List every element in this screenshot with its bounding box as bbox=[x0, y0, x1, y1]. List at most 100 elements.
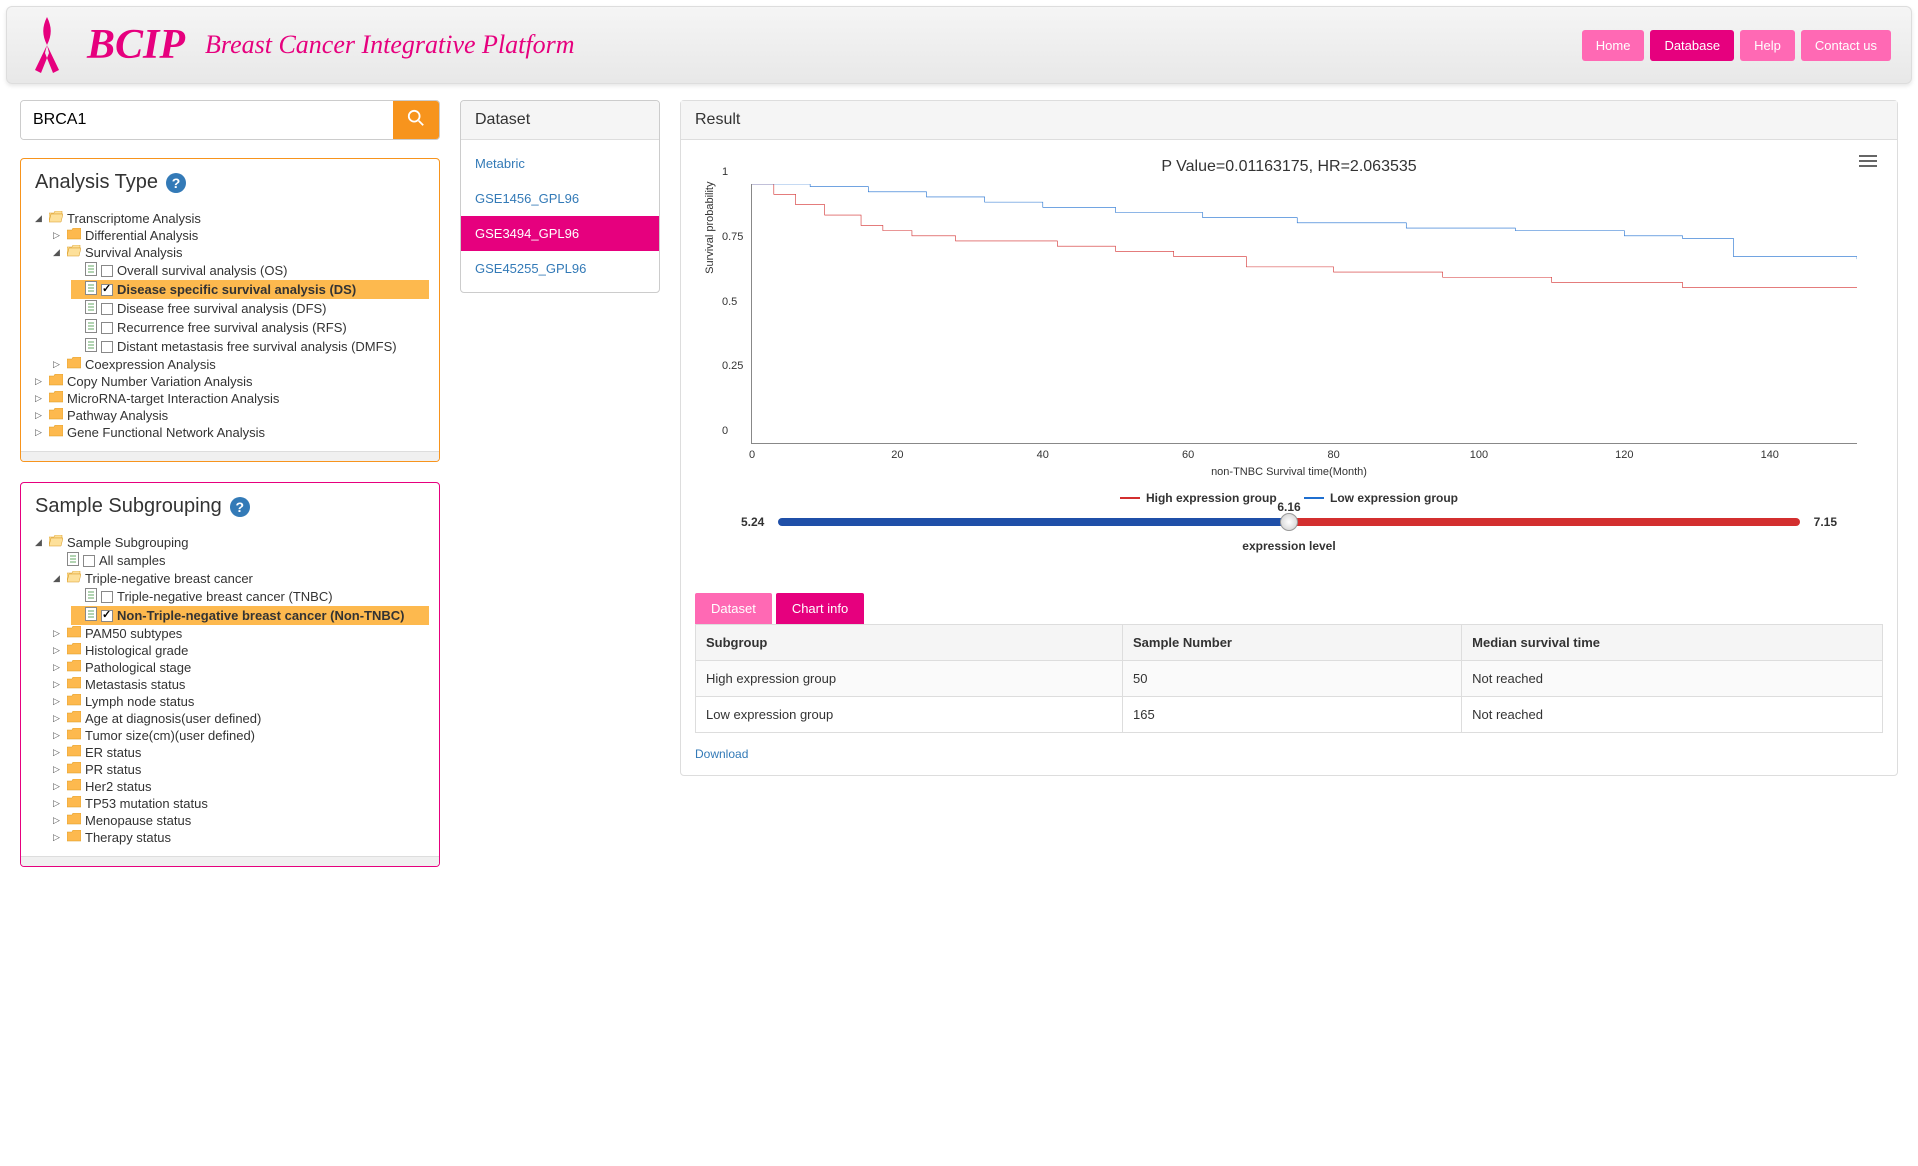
file-icon bbox=[85, 300, 97, 317]
tree-item[interactable]: ▷Age at diagnosis(user defined) bbox=[53, 710, 429, 727]
tree-item[interactable]: ▷Her2 status bbox=[53, 778, 429, 795]
tree-differential[interactable]: ▷Differential Analysis bbox=[53, 227, 429, 244]
tree-item[interactable]: ▷ER status bbox=[53, 744, 429, 761]
x-axis-label: non-TNBC Survival time(Month) bbox=[701, 466, 1877, 478]
toggle-icon: ▷ bbox=[53, 628, 63, 639]
tree-label: Metastasis status bbox=[85, 677, 185, 692]
tree-label: PAM50 subtypes bbox=[85, 626, 182, 641]
x-tick: 120 bbox=[1615, 449, 1633, 461]
tree-item[interactable]: ▷Lymph node status bbox=[53, 693, 429, 710]
folder-icon bbox=[67, 694, 81, 709]
tree-item[interactable]: ▷ Metastasis status bbox=[53, 676, 429, 693]
tree-item[interactable]: ▷Pathological stage bbox=[53, 659, 429, 676]
tree-survival-item[interactable]: Disease free survival analysis (DFS) bbox=[71, 299, 429, 318]
tree-survival-item[interactable]: Overall survival analysis (OS) bbox=[71, 261, 429, 280]
folder-icon bbox=[67, 626, 81, 641]
dataset-title: Dataset bbox=[461, 101, 659, 140]
file-icon bbox=[85, 262, 97, 279]
toggle-icon: ◢ bbox=[53, 573, 63, 584]
result-table: SubgroupSample NumberMedian survival tim… bbox=[695, 624, 1883, 733]
tree-subgroup-root[interactable]: ◢Sample Subgrouping bbox=[35, 534, 429, 551]
tree-item[interactable]: ▷Tumor size(cm)(user defined) bbox=[53, 727, 429, 744]
folder-icon bbox=[49, 374, 63, 389]
table-row: High expression group50Not reached bbox=[696, 661, 1883, 697]
tree-tnbc-item[interactable]: Non-Triple-negative breast cancer (Non-T… bbox=[71, 606, 429, 625]
checkbox[interactable] bbox=[101, 265, 113, 277]
folder-icon bbox=[67, 728, 81, 743]
dataset-item[interactable]: GSE45255_GPL96 bbox=[461, 251, 659, 286]
toggle-icon: ◢ bbox=[53, 247, 63, 258]
toggle-icon: ▷ bbox=[53, 696, 63, 707]
series-line bbox=[752, 184, 1857, 259]
chart-menu-icon[interactable] bbox=[1859, 154, 1877, 171]
tree-label: Survival Analysis bbox=[85, 245, 183, 260]
toggle-icon: ◢ bbox=[35, 213, 45, 224]
tree-tnbc[interactable]: ◢Triple-negative breast cancer bbox=[53, 570, 429, 587]
nav-contact-us[interactable]: Contact us bbox=[1801, 30, 1891, 61]
checkbox[interactable] bbox=[101, 322, 113, 334]
search-icon bbox=[407, 109, 425, 127]
checkbox[interactable] bbox=[101, 610, 113, 622]
checkbox[interactable] bbox=[83, 555, 95, 567]
tree-survival-item[interactable]: Distant metastasis free survival analysi… bbox=[71, 337, 429, 356]
tree-label: Distant metastasis free survival analysi… bbox=[117, 339, 397, 354]
slider-thumb[interactable] bbox=[1280, 513, 1298, 531]
nav-help[interactable]: Help bbox=[1740, 30, 1795, 61]
toggle-icon: ▷ bbox=[53, 359, 63, 370]
analysis-tree: ◢Transcriptome Analysis▷Differential Ana… bbox=[21, 206, 439, 451]
tree-item[interactable]: ▷Menopause status bbox=[53, 812, 429, 829]
toggle-icon: ▷ bbox=[35, 393, 45, 404]
toggle-icon: ▷ bbox=[35, 427, 45, 438]
tree-item[interactable]: ▷PR status bbox=[53, 761, 429, 778]
help-icon[interactable]: ? bbox=[166, 173, 186, 193]
tree-survival-item[interactable]: Disease specific survival analysis (DS) bbox=[71, 280, 429, 299]
tree-item[interactable]: ▷Pathway Analysis bbox=[35, 407, 429, 424]
nav-home[interactable]: Home bbox=[1582, 30, 1645, 61]
tree-item[interactable]: ▷Therapy status bbox=[53, 829, 429, 846]
tree-all-samples[interactable]: All samples bbox=[53, 551, 429, 570]
analysis-title-row: Analysis Type ? bbox=[21, 159, 439, 206]
tab-chart-info[interactable]: Chart info bbox=[776, 593, 864, 624]
tree-item[interactable]: ▷Histological grade bbox=[53, 642, 429, 659]
table-cell: 50 bbox=[1123, 661, 1462, 697]
folder-icon bbox=[67, 677, 81, 692]
checkbox[interactable] bbox=[101, 591, 113, 603]
checkbox[interactable] bbox=[101, 341, 113, 353]
search-input[interactable] bbox=[21, 101, 393, 139]
dataset-item[interactable]: Metabric bbox=[461, 146, 659, 181]
tree-item[interactable]: ▷Gene Functional Network Analysis bbox=[35, 424, 429, 441]
dataset-item[interactable]: GSE3494_GPL96 bbox=[461, 216, 659, 251]
legend-low: Low expression group bbox=[1330, 491, 1458, 505]
subgroup-title-row: Sample Subgrouping ? bbox=[21, 483, 439, 530]
search-button[interactable] bbox=[393, 101, 439, 139]
checkbox[interactable] bbox=[101, 303, 113, 315]
toggle-icon: ▷ bbox=[53, 679, 63, 690]
checkbox[interactable] bbox=[101, 284, 113, 296]
tree-transcriptome[interactable]: ◢Transcriptome Analysis bbox=[35, 210, 429, 227]
nav: HomeDatabaseHelpContact us bbox=[1582, 30, 1891, 61]
tree-item[interactable]: ▷MicroRNA-target Interaction Analysis bbox=[35, 390, 429, 407]
legend-high: High expression group bbox=[1146, 491, 1277, 505]
tree-label: TP53 mutation status bbox=[85, 796, 208, 811]
tree-tnbc-item[interactable]: Triple-negative breast cancer (TNBC) bbox=[71, 587, 429, 606]
folder-icon bbox=[49, 408, 63, 423]
y-tick: 0.75 bbox=[722, 231, 743, 243]
folder-icon bbox=[49, 211, 63, 226]
slider-mid: 6.16 bbox=[1277, 500, 1300, 514]
download-link[interactable]: Download bbox=[681, 733, 762, 775]
file-icon bbox=[85, 338, 97, 355]
dataset-panel: Dataset MetabricGSE1456_GPL96GSE3494_GPL… bbox=[460, 100, 660, 293]
nav-database[interactable]: Database bbox=[1650, 30, 1734, 61]
tab-dataset[interactable]: Dataset bbox=[695, 593, 772, 624]
tree-label: Overall survival analysis (OS) bbox=[117, 263, 288, 278]
slider-track[interactable]: 6.16 bbox=[778, 518, 1799, 526]
tree-survival-item[interactable]: Recurrence free survival analysis (RFS) bbox=[71, 318, 429, 337]
tree-survival[interactable]: ◢ Survival Analysis bbox=[53, 244, 429, 261]
tree-item[interactable]: ▷TP53 mutation status bbox=[53, 795, 429, 812]
dataset-item[interactable]: GSE1456_GPL96 bbox=[461, 181, 659, 216]
tree-item[interactable]: ▷Copy Number Variation Analysis bbox=[35, 373, 429, 390]
help-icon[interactable]: ? bbox=[230, 497, 250, 517]
tree-label: Triple-negative breast cancer (TNBC) bbox=[117, 589, 333, 604]
tree-coexpr[interactable]: ▷Coexpression Analysis bbox=[53, 356, 429, 373]
tree-item[interactable]: ▷ PAM50 subtypes bbox=[53, 625, 429, 642]
